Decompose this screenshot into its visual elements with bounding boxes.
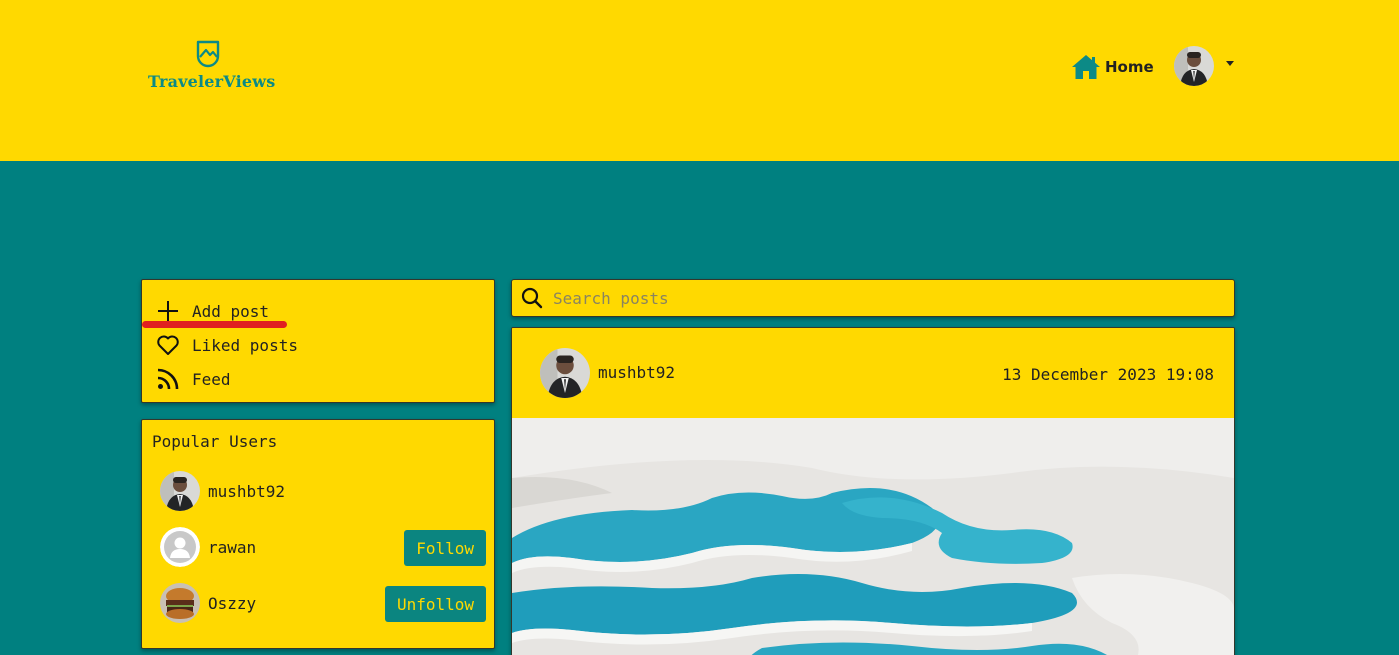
highlight-underline	[142, 321, 287, 328]
avatar[interactable]	[540, 348, 590, 398]
search-bar	[511, 279, 1235, 317]
user-menu-toggle[interactable]	[1174, 45, 1234, 87]
post-card: mushbt92 13 December 2023 19:08	[511, 327, 1235, 655]
menu-item-label: Feed	[192, 369, 231, 389]
plus-icon	[158, 301, 178, 321]
menu-item-label: Liked posts	[192, 335, 298, 355]
heart-icon	[157, 335, 179, 355]
menu-item-label: Add post	[192, 301, 270, 321]
post-image[interactable]	[512, 418, 1234, 655]
brand-logo-link[interactable]: TravelerViews	[148, 38, 276, 91]
chevron-down-icon	[1226, 60, 1234, 66]
home-icon	[1072, 55, 1100, 79]
popular-user-row: Oszzy Unfollow	[160, 582, 486, 624]
rss-icon	[157, 368, 179, 390]
avatar[interactable]	[160, 527, 200, 567]
avatar[interactable]	[160, 471, 200, 511]
popular-user-row: mushbt92	[160, 470, 486, 512]
follow-button[interactable]: Follow	[404, 530, 486, 566]
popular-user-row: rawan Follow	[160, 526, 486, 568]
search-icon	[521, 287, 543, 309]
search-input[interactable]	[553, 288, 1193, 308]
menu-item-liked-posts[interactable]: Liked posts	[156, 328, 494, 362]
user-avatar	[1174, 46, 1214, 86]
unfollow-button[interactable]: Unfollow	[384, 586, 486, 622]
popular-users-title: Popular Users	[152, 432, 278, 451]
nav-home-link[interactable]: Home	[1071, 52, 1154, 82]
sidebar-menu: Add post Liked posts Feed	[141, 279, 495, 403]
post-header: mushbt92 13 December 2023 19:08	[512, 328, 1234, 418]
mountain-shield-icon	[196, 40, 220, 68]
post-date: 13 December 2023 19:08	[1002, 365, 1214, 384]
navbar: TravelerViews Home	[0, 0, 1399, 161]
user-name[interactable]: mushbt92	[208, 482, 285, 501]
popular-users-card: Popular Users mushbt92 rawan Follow Oszz…	[141, 419, 495, 649]
brand-name: TravelerViews	[148, 72, 276, 91]
post-author[interactable]: mushbt92	[598, 363, 675, 382]
avatar[interactable]	[160, 583, 200, 623]
user-name[interactable]: rawan	[208, 538, 256, 557]
user-name[interactable]: Oszzy	[208, 594, 256, 613]
menu-item-feed[interactable]: Feed	[156, 362, 494, 396]
nav-home-label: Home	[1105, 58, 1154, 76]
